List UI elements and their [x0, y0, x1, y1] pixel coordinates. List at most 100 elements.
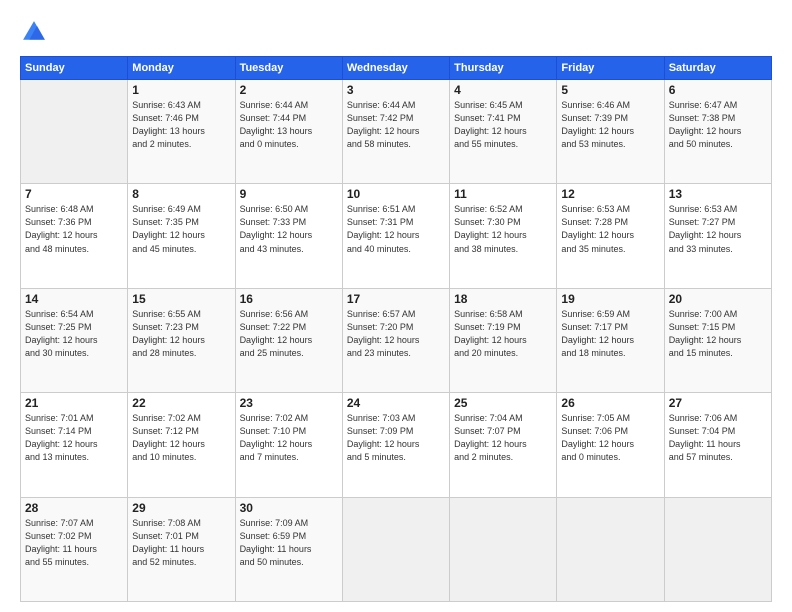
day-cell: 1 Sunrise: 6:43 AM Sunset: 7:46 PM Daylig… [128, 80, 235, 184]
day-detail: Sunrise: 7:04 AM Sunset: 7:07 PM Dayligh… [454, 412, 552, 464]
day-detail: Sunrise: 6:54 AM Sunset: 7:25 PM Dayligh… [25, 308, 123, 360]
day-number: 15 [132, 292, 230, 306]
weekday-header-saturday: Saturday [664, 57, 771, 80]
day-detail: Sunrise: 6:44 AM Sunset: 7:42 PM Dayligh… [347, 99, 445, 151]
day-detail: Sunrise: 6:53 AM Sunset: 7:28 PM Dayligh… [561, 203, 659, 255]
day-cell: 29 Sunrise: 7:08 AM Sunset: 7:01 PM Dayli… [128, 497, 235, 601]
day-cell: 21 Sunrise: 7:01 AM Sunset: 7:14 PM Dayli… [21, 393, 128, 497]
day-cell: 20 Sunrise: 7:00 AM Sunset: 7:15 PM Dayli… [664, 288, 771, 392]
day-number: 9 [240, 187, 338, 201]
day-detail: Sunrise: 7:00 AM Sunset: 7:15 PM Dayligh… [669, 308, 767, 360]
day-cell: 7Sunrise: 6:48 AM Sunset: 7:36 PM Daylig… [21, 184, 128, 288]
day-cell: 17 Sunrise: 6:57 AM Sunset: 7:20 PM Dayli… [342, 288, 449, 392]
day-cell: 15 Sunrise: 6:55 AM Sunset: 7:23 PM Dayli… [128, 288, 235, 392]
day-detail: Sunrise: 7:02 AM Sunset: 7:10 PM Dayligh… [240, 412, 338, 464]
day-cell: 13 Sunrise: 6:53 AM Sunset: 7:27 PM Dayli… [664, 184, 771, 288]
day-cell: 10 Sunrise: 6:51 AM Sunset: 7:31 PM Dayli… [342, 184, 449, 288]
day-number: 18 [454, 292, 552, 306]
day-number: 24 [347, 396, 445, 410]
page: SundayMondayTuesdayWednesdayThursdayFrid… [0, 0, 792, 612]
day-cell: 3 Sunrise: 6:44 AM Sunset: 7:42 PM Daylig… [342, 80, 449, 184]
day-cell [557, 497, 664, 601]
day-number: 28 [25, 501, 123, 515]
day-cell: 2Sunrise: 6:44 AM Sunset: 7:44 PM Daylig… [235, 80, 342, 184]
day-cell [342, 497, 449, 601]
week-row-1: 1 Sunrise: 6:43 AM Sunset: 7:46 PM Daylig… [21, 80, 772, 184]
weekday-header-tuesday: Tuesday [235, 57, 342, 80]
day-detail: Sunrise: 7:08 AM Sunset: 7:01 PM Dayligh… [132, 517, 230, 569]
day-detail: Sunrise: 6:58 AM Sunset: 7:19 PM Dayligh… [454, 308, 552, 360]
day-cell: 25 Sunrise: 7:04 AM Sunset: 7:07 PM Dayli… [450, 393, 557, 497]
day-cell: 9 Sunrise: 6:50 AM Sunset: 7:33 PM Daylig… [235, 184, 342, 288]
day-detail: Sunrise: 6:57 AM Sunset: 7:20 PM Dayligh… [347, 308, 445, 360]
day-number: 27 [669, 396, 767, 410]
day-number: 14 [25, 292, 123, 306]
day-detail: Sunrise: 6:46 AM Sunset: 7:39 PM Dayligh… [561, 99, 659, 151]
weekday-header-monday: Monday [128, 57, 235, 80]
day-detail: Sunrise: 7:07 AM Sunset: 7:02 PM Dayligh… [25, 517, 123, 569]
week-row-2: 7Sunrise: 6:48 AM Sunset: 7:36 PM Daylig… [21, 184, 772, 288]
day-cell: 26 Sunrise: 7:05 AM Sunset: 7:06 PM Dayli… [557, 393, 664, 497]
day-cell: 19Sunrise: 6:59 AM Sunset: 7:17 PM Dayli… [557, 288, 664, 392]
day-detail: Sunrise: 7:09 AM Sunset: 6:59 PM Dayligh… [240, 517, 338, 569]
day-detail: Sunrise: 7:03 AM Sunset: 7:09 PM Dayligh… [347, 412, 445, 464]
day-cell: 6 Sunrise: 6:47 AM Sunset: 7:38 PM Daylig… [664, 80, 771, 184]
day-detail: Sunrise: 7:01 AM Sunset: 7:14 PM Dayligh… [25, 412, 123, 464]
day-number: 29 [132, 501, 230, 515]
day-cell: 23 Sunrise: 7:02 AM Sunset: 7:10 PM Dayli… [235, 393, 342, 497]
weekday-header-friday: Friday [557, 57, 664, 80]
day-cell: 22Sunrise: 7:02 AM Sunset: 7:12 PM Dayli… [128, 393, 235, 497]
day-detail: Sunrise: 6:49 AM Sunset: 7:35 PM Dayligh… [132, 203, 230, 255]
week-row-5: 28 Sunrise: 7:07 AM Sunset: 7:02 PM Dayli… [21, 497, 772, 601]
day-cell [450, 497, 557, 601]
day-detail: Sunrise: 6:55 AM Sunset: 7:23 PM Dayligh… [132, 308, 230, 360]
day-number: 30 [240, 501, 338, 515]
weekday-header-sunday: Sunday [21, 57, 128, 80]
day-number: 10 [347, 187, 445, 201]
day-number: 6 [669, 83, 767, 97]
weekday-header-wednesday: Wednesday [342, 57, 449, 80]
day-detail: Sunrise: 6:50 AM Sunset: 7:33 PM Dayligh… [240, 203, 338, 255]
day-number: 25 [454, 396, 552, 410]
day-number: 26 [561, 396, 659, 410]
logo [20, 18, 52, 46]
day-number: 16 [240, 292, 338, 306]
day-detail: Sunrise: 6:43 AM Sunset: 7:46 PM Dayligh… [132, 99, 230, 151]
day-detail: Sunrise: 6:47 AM Sunset: 7:38 PM Dayligh… [669, 99, 767, 151]
day-number: 12 [561, 187, 659, 201]
day-detail: Sunrise: 6:45 AM Sunset: 7:41 PM Dayligh… [454, 99, 552, 151]
day-cell [21, 80, 128, 184]
day-number: 19 [561, 292, 659, 306]
day-detail: Sunrise: 7:02 AM Sunset: 7:12 PM Dayligh… [132, 412, 230, 464]
day-number: 17 [347, 292, 445, 306]
day-number: 20 [669, 292, 767, 306]
day-number: 11 [454, 187, 552, 201]
weekday-header-thursday: Thursday [450, 57, 557, 80]
day-cell: 27 Sunrise: 7:06 AM Sunset: 7:04 PM Dayli… [664, 393, 771, 497]
day-detail: Sunrise: 6:51 AM Sunset: 7:31 PM Dayligh… [347, 203, 445, 255]
header [20, 18, 772, 46]
day-number: 5 [561, 83, 659, 97]
day-detail: Sunrise: 6:52 AM Sunset: 7:30 PM Dayligh… [454, 203, 552, 255]
day-number: 23 [240, 396, 338, 410]
day-cell: 4 Sunrise: 6:45 AM Sunset: 7:41 PM Daylig… [450, 80, 557, 184]
weekday-header-row: SundayMondayTuesdayWednesdayThursdayFrid… [21, 57, 772, 80]
day-cell: 18 Sunrise: 6:58 AM Sunset: 7:19 PM Dayli… [450, 288, 557, 392]
day-cell [664, 497, 771, 601]
day-detail: Sunrise: 7:05 AM Sunset: 7:06 PM Dayligh… [561, 412, 659, 464]
day-cell: 28 Sunrise: 7:07 AM Sunset: 7:02 PM Dayli… [21, 497, 128, 601]
day-detail: Sunrise: 6:48 AM Sunset: 7:36 PM Dayligh… [25, 203, 123, 255]
day-number: 13 [669, 187, 767, 201]
day-detail: Sunrise: 6:44 AM Sunset: 7:44 PM Dayligh… [240, 99, 338, 151]
day-number: 3 [347, 83, 445, 97]
day-cell: 8Sunrise: 6:49 AM Sunset: 7:35 PM Daylig… [128, 184, 235, 288]
day-number: 4 [454, 83, 552, 97]
day-detail: Sunrise: 7:06 AM Sunset: 7:04 PM Dayligh… [669, 412, 767, 464]
day-cell: 12 Sunrise: 6:53 AM Sunset: 7:28 PM Dayli… [557, 184, 664, 288]
week-row-3: 14 Sunrise: 6:54 AM Sunset: 7:25 PM Dayli… [21, 288, 772, 392]
calendar-table: SundayMondayTuesdayWednesdayThursdayFrid… [20, 56, 772, 602]
day-detail: Sunrise: 6:53 AM Sunset: 7:27 PM Dayligh… [669, 203, 767, 255]
day-detail: Sunrise: 6:56 AM Sunset: 7:22 PM Dayligh… [240, 308, 338, 360]
day-number: 21 [25, 396, 123, 410]
day-number: 1 [132, 83, 230, 97]
